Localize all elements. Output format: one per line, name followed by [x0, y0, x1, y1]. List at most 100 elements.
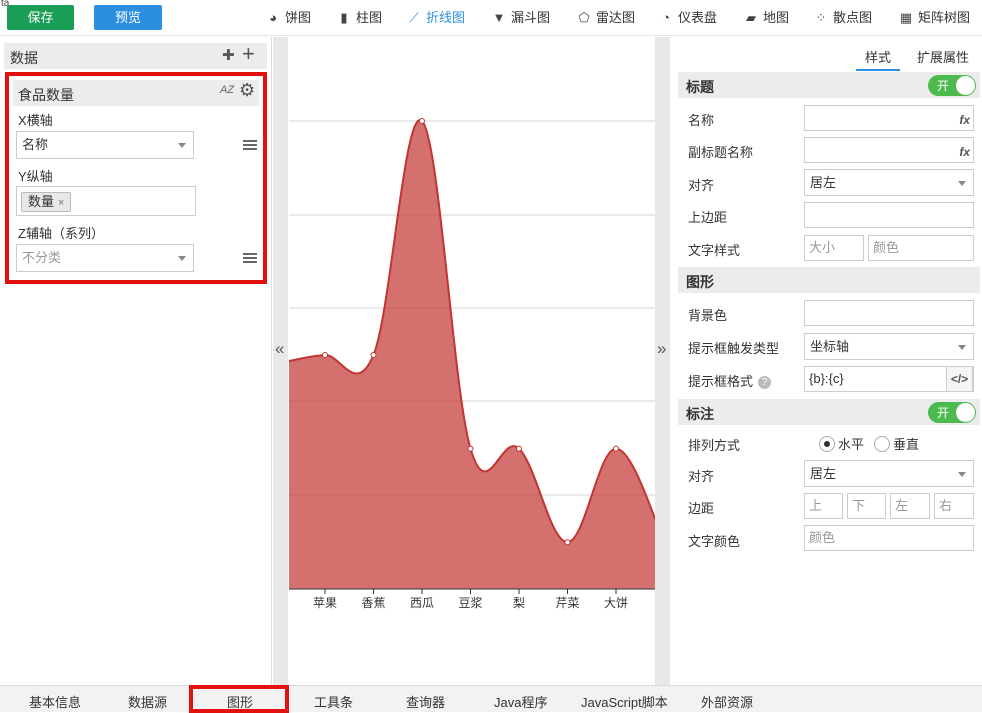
- dataset-name: 食品数量: [18, 87, 74, 103]
- save-button[interactable]: 保存: [7, 5, 74, 30]
- chevron-right-icon: »: [657, 339, 667, 358]
- tab-javascript[interactable]: JavaScript脚本: [581, 692, 668, 711]
- pie-chart-icon: ◕: [269, 10, 277, 25]
- puzzle-icon[interactable]: ✚: [222, 46, 235, 64]
- chart-type-treemap[interactable]: ▦ 矩阵树图: [898, 9, 970, 27]
- bg-color-label: 背景色: [688, 308, 728, 323]
- title-align-label: 对齐: [688, 178, 715, 193]
- gear-icon[interactable]: ⚙: [239, 80, 255, 101]
- data-point[interactable]: [613, 445, 619, 452]
- help-icon[interactable]: ?: [758, 376, 772, 389]
- tooltip-format-label: 提示框格式?: [688, 371, 772, 390]
- tab-style[interactable]: 样式: [856, 47, 900, 71]
- scatter-chart-icon: ⁘: [815, 10, 827, 25]
- text-color-input[interactable]: 颜色: [804, 525, 974, 551]
- tab-external-resources[interactable]: 外部资源: [701, 692, 753, 711]
- title-toggle[interactable]: 开: [928, 75, 976, 96]
- tab-extended-properties[interactable]: 扩展属性: [917, 47, 969, 66]
- top-toolbar: ta 保存 预览 ◕ 饼图 ▮ 柱图 ⟋ 折线图 ▼ 漏斗图 ⬠ 雷达图 ◔ 仪表盘 ▰ 地图…: [0, 0, 982, 36]
- area-fill: [289, 120, 655, 589]
- tab-query[interactable]: 查询器: [406, 692, 445, 711]
- sort-az-icon[interactable]: AZ: [220, 84, 234, 96]
- x-tick-label: 芹菜: [555, 596, 579, 610]
- margin-bottom-input[interactable]: 下: [847, 493, 886, 519]
- data-point[interactable]: [419, 118, 425, 124]
- margin-right-input[interactable]: 右: [934, 493, 974, 519]
- font-color-input[interactable]: 颜色: [868, 235, 974, 261]
- data-point[interactable]: [322, 352, 328, 358]
- y-axis-tag: 数量 ×: [21, 192, 72, 212]
- title-align-select[interactable]: 居左: [804, 169, 974, 196]
- radio-vertical[interactable]: 垂直: [874, 434, 919, 453]
- bg-color-input[interactable]: [804, 300, 974, 326]
- chart-type-bar[interactable]: ▮ 柱图: [336, 9, 382, 27]
- margin-label: 边距: [688, 501, 715, 516]
- title-name-input[interactable]: fx: [804, 105, 974, 131]
- z-axis-label: Z辅轴（系列）: [18, 226, 104, 241]
- menu-icon[interactable]: [243, 140, 257, 150]
- radio-horizontal[interactable]: 水平: [819, 434, 864, 453]
- text-color-label: 文字颜色: [688, 534, 741, 549]
- function-icon[interactable]: fx: [959, 140, 970, 164]
- chevron-left-icon: «: [275, 339, 285, 358]
- chart-type-line[interactable]: ⟋ 折线图: [406, 9, 465, 27]
- x-tick-label: 西瓜: [410, 596, 434, 610]
- data-point[interactable]: [564, 539, 571, 546]
- tooltip-trigger-select[interactable]: 坐标轴: [804, 333, 974, 360]
- chart-type-pie[interactable]: ◕ 饼图: [265, 9, 311, 27]
- tooltip-format-input[interactable]: {b}:{c} </>: [804, 366, 974, 392]
- y-axis-field[interactable]: 数量 ×: [16, 186, 196, 216]
- x-tick-label: 梨: [513, 596, 525, 610]
- x-axis-select[interactable]: 名称: [16, 131, 194, 159]
- data-panel: 数据 ✚ + 食品数量 AZ ⚙ X横轴 名称 Y纵轴 数量 × Z辅轴（系列） …: [0, 37, 272, 685]
- margin-left-input[interactable]: 左: [890, 493, 930, 519]
- chart-type-radar[interactable]: ⬠ 雷达图: [576, 9, 635, 27]
- text-style-label: 文字样式: [688, 243, 741, 258]
- chart-type-gauge[interactable]: ◔ 仪表盘: [658, 9, 717, 27]
- property-panel: 样式 扩展属性 标题 开 名称 fx 副标题名称 fx 对齐 居左 上边距 文字…: [671, 37, 982, 685]
- funnel-chart-icon: ▼: [492, 10, 506, 25]
- add-icon[interactable]: +: [242, 41, 255, 67]
- preview-button[interactable]: 预览: [94, 5, 162, 30]
- chevron-down-icon: [958, 345, 966, 350]
- data-panel-header: 数据 ✚ +: [4, 41, 267, 69]
- menu-icon[interactable]: [243, 253, 257, 263]
- chart-preview: 苹果香蕉西瓜豆浆梨芹菜大饼西: [289, 37, 655, 685]
- data-panel-title: 数据: [10, 50, 38, 66]
- label-toggle[interactable]: 开: [928, 402, 976, 423]
- subtitle-input[interactable]: fx: [804, 137, 974, 163]
- function-icon[interactable]: fx: [959, 108, 970, 132]
- tab-toolbar[interactable]: 工具条: [314, 692, 353, 711]
- x-axis-label: X横轴: [18, 113, 53, 128]
- chart-type-scatter[interactable]: ⁘ 散点图: [813, 9, 872, 27]
- chart-type-funnel[interactable]: ▼ 漏斗图: [491, 9, 550, 27]
- title-section-header: 标题 开: [678, 72, 980, 98]
- code-icon[interactable]: </>: [946, 366, 973, 392]
- z-axis-select[interactable]: 不分类: [16, 244, 194, 272]
- line-chart-icon: ⟋: [409, 10, 419, 25]
- top-margin-input[interactable]: [804, 202, 974, 228]
- x-tick-label: 苹果: [313, 596, 337, 610]
- tab-java[interactable]: Java程序: [494, 692, 547, 711]
- tab-basic-info[interactable]: 基本信息: [29, 692, 81, 711]
- label-align-label: 对齐: [688, 469, 715, 484]
- right-collapse-bar[interactable]: »: [655, 37, 670, 685]
- radar-chart-icon: ⬠: [578, 10, 590, 25]
- tooltip-trigger-label: 提示框触发类型: [688, 341, 780, 356]
- dataset-header: 食品数量 AZ ⚙: [13, 80, 259, 106]
- y-axis-label: Y纵轴: [18, 169, 53, 184]
- data-point[interactable]: [467, 445, 474, 452]
- font-size-input[interactable]: 大小: [804, 235, 864, 261]
- chart-type-map[interactable]: ▰ 地图: [743, 9, 789, 27]
- left-collapse-bar[interactable]: «: [273, 37, 288, 685]
- margin-top-input[interactable]: 上: [804, 493, 843, 519]
- title-name-label: 名称: [688, 113, 715, 128]
- arrange-label: 排列方式: [688, 438, 741, 453]
- gauge-chart-icon: ◔: [662, 10, 670, 25]
- tab-data-source[interactable]: 数据源: [128, 692, 167, 711]
- data-point[interactable]: [370, 352, 377, 358]
- close-icon[interactable]: ×: [58, 197, 64, 209]
- data-point[interactable]: [516, 445, 522, 452]
- x-tick-label: 大饼: [604, 596, 628, 610]
- label-align-select[interactable]: 居左: [804, 460, 974, 487]
